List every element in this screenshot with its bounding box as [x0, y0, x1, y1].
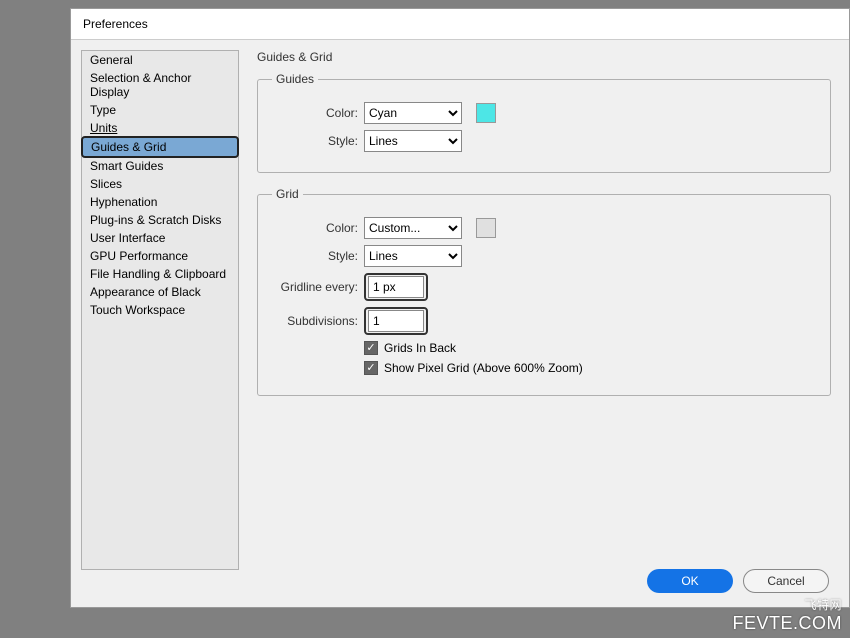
watermark-en: FEVTE.COM [732, 613, 842, 633]
guides-style-select[interactable]: Lines [364, 130, 462, 152]
show-pixel-grid-checkbox[interactable]: ✓ [364, 361, 378, 375]
grid-group: Grid Color: Custom... Style: Lines Gridl… [257, 187, 831, 396]
sidebar-item-smart-guides[interactable]: Smart Guides [82, 157, 238, 175]
guides-color-label: Color: [272, 106, 358, 120]
guides-style-label: Style: [272, 134, 358, 148]
grid-style-label: Style: [272, 249, 358, 263]
dialog-title: Preferences [71, 9, 849, 40]
grids-in-back-label: Grids In Back [384, 341, 456, 355]
sidebar-item-plug-ins-scratch-disks[interactable]: Plug-ins & Scratch Disks [82, 211, 238, 229]
subdivisions-input[interactable] [368, 310, 424, 332]
grid-color-select[interactable]: Custom... [364, 217, 462, 239]
ok-button[interactable]: OK [647, 569, 733, 593]
section-heading: Guides & Grid [257, 50, 831, 64]
sidebar-item-hyphenation[interactable]: Hyphenation [82, 193, 238, 211]
show-pixel-grid-label: Show Pixel Grid (Above 600% Zoom) [384, 361, 583, 375]
check-icon: ✓ [366, 343, 375, 354]
gridline-highlight [364, 273, 428, 301]
sidebar-item-user-interface[interactable]: User Interface [82, 229, 238, 247]
grid-color-label: Color: [272, 221, 358, 235]
grids-in-back-checkbox[interactable]: ✓ [364, 341, 378, 355]
cancel-button[interactable]: Cancel [743, 569, 829, 593]
content: Guides & Grid Guides Color: Cyan Style: … [249, 50, 839, 570]
preferences-dialog: Preferences GeneralSelection & Anchor Di… [70, 8, 850, 608]
guides-group: Guides Color: Cyan Style: Lines [257, 72, 831, 173]
sidebar-item-guides-grid[interactable]: Guides & Grid [81, 136, 239, 158]
watermark: 飞特网 FEVTE.COM [732, 596, 842, 634]
sidebar-item-type[interactable]: Type [82, 101, 238, 119]
guides-color-select[interactable]: Cyan [364, 102, 462, 124]
sidebar-item-slices[interactable]: Slices [82, 175, 238, 193]
guides-legend: Guides [272, 72, 318, 86]
grid-legend: Grid [272, 187, 303, 201]
dialog-body: GeneralSelection & Anchor DisplayTypeUni… [71, 40, 849, 580]
sidebar-item-units[interactable]: Units [82, 119, 238, 137]
grid-color-swatch[interactable] [476, 218, 496, 238]
guides-color-swatch[interactable] [476, 103, 496, 123]
check-icon: ✓ [366, 363, 375, 374]
sidebar-item-selection-anchor-display[interactable]: Selection & Anchor Display [82, 69, 238, 101]
sidebar-item-appearance-of-black[interactable]: Appearance of Black [82, 283, 238, 301]
subdivisions-highlight [364, 307, 428, 335]
dialog-buttons: OK Cancel [647, 569, 829, 593]
sidebar-item-gpu-performance[interactable]: GPU Performance [82, 247, 238, 265]
gridline-every-label: Gridline every: [272, 280, 358, 294]
grid-style-select[interactable]: Lines [364, 245, 462, 267]
subdivisions-label: Subdivisions: [272, 314, 358, 328]
watermark-cn: 飞特网 [732, 596, 842, 613]
sidebar-item-file-handling-clipboard[interactable]: File Handling & Clipboard [82, 265, 238, 283]
sidebar-item-touch-workspace[interactable]: Touch Workspace [82, 301, 238, 319]
sidebar-item-general[interactable]: General [82, 51, 238, 69]
gridline-every-input[interactable] [368, 276, 424, 298]
sidebar: GeneralSelection & Anchor DisplayTypeUni… [81, 50, 239, 570]
